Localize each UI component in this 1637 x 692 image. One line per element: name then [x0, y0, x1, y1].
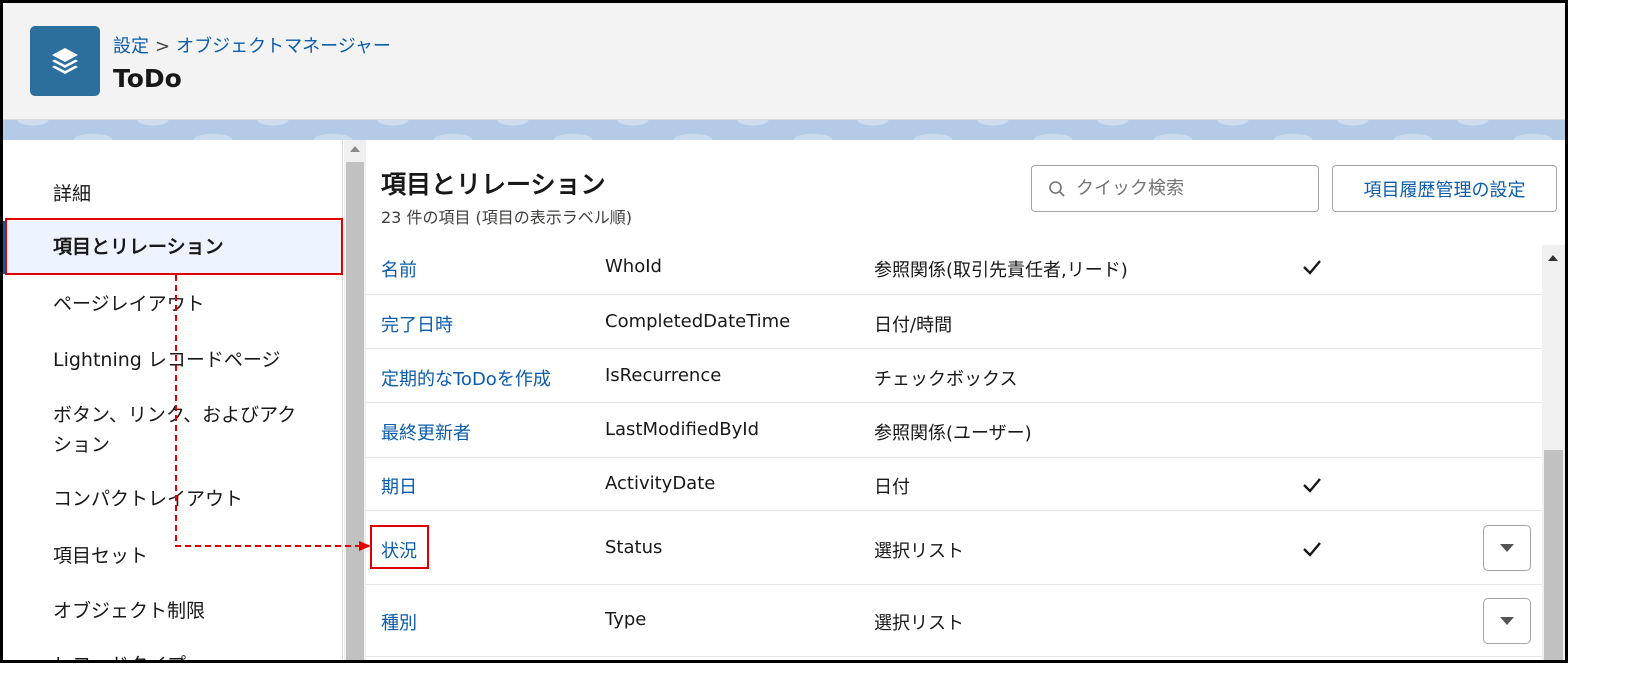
table-row: 最終更新者 LastModifiedById 参照関係(ユーザー) [366, 403, 1542, 458]
field-data-type: 日付 [874, 477, 910, 498]
table-row: 状況 Status 選択リスト [366, 511, 1542, 585]
sidebar-item-page-layouts[interactable]: ページレイアウト [3, 289, 342, 319]
main-panel: 項目とリレーション 23 件の項目 (項目の表示ラベル順) 項目履歴管理の設定 … [366, 140, 1565, 660]
page-header: 設定 > オブジェクトマネージャー ToDo [3, 3, 1565, 120]
sidebar-item-details[interactable]: 詳細 [3, 179, 342, 209]
screenshot-frame: 設定 > オブジェクトマネージャー ToDo 詳細 項目とリレーション ページレイア… [0, 0, 1568, 663]
search-icon [1048, 180, 1066, 198]
table-row: 期日 ActivityDate 日付 [366, 458, 1542, 511]
fields-table: 名前 WhoId 参照関係(取引先責任者,リード) 完了日時 Completed… [366, 240, 1542, 660]
scroll-up-arrow-icon[interactable] [1548, 255, 1558, 261]
field-label-link[interactable]: 最終更新者 [381, 419, 471, 445]
breadcrumb-setup-link[interactable]: 設定 [113, 36, 149, 57]
chevron-down-icon [1500, 544, 1514, 552]
header-pattern-band [3, 120, 1565, 140]
field-label-link[interactable]: 定期的なToDoを作成 [381, 365, 551, 391]
field-api-name: Status [605, 537, 663, 558]
field-api-name: ActivityDate [605, 473, 716, 494]
field-history-tracking-button[interactable]: 項目履歴管理の設定 [1332, 165, 1557, 212]
sidebar-item-record-types[interactable]: レコードタイプ [3, 650, 342, 660]
sidebar-item-lightning-record-pages[interactable]: Lightning レコードページ [3, 345, 342, 375]
sidebar-item-compact-layouts[interactable]: コンパクトレイアウト [3, 484, 342, 514]
checkmark-icon [1302, 258, 1322, 281]
sidebar-item-buttons-links-actions[interactable]: ボタン、リンク、およびアクション [3, 400, 303, 460]
sidebar-item-field-sets[interactable]: 項目セット [3, 541, 342, 571]
chevron-down-icon [1500, 617, 1514, 625]
object-icon [30, 26, 100, 96]
field-data-type: 参照関係(取引先責任者,リード) [874, 260, 1128, 281]
table-row: 完了日時 CompletedDateTime 日付/時間 [366, 295, 1542, 349]
field-data-type: 日付/時間 [874, 315, 953, 336]
field-data-type: チェックボックス [874, 369, 1018, 390]
table-row: 定期的なToDoを作成 IsRecurrence チェックボックス [366, 349, 1542, 403]
table-row: 種別 Type 選択リスト [366, 585, 1542, 657]
field-api-name: Type [605, 609, 647, 630]
quick-search-input[interactable] [1076, 178, 1296, 199]
table-scrollbar[interactable] [1542, 245, 1565, 660]
sidebar-item-fields-relationships[interactable]: 項目とリレーション [3, 221, 342, 274]
field-label-link[interactable]: 完了日時 [381, 311, 453, 337]
scrollbar-thumb[interactable] [346, 162, 364, 660]
row-actions-dropdown-button[interactable] [1483, 598, 1531, 644]
breadcrumb: 設定 > オブジェクトマネージャー [113, 32, 391, 58]
page-title: ToDo [113, 64, 182, 93]
sidebar-scrollbar[interactable] [344, 140, 366, 660]
field-data-type: 選択リスト [874, 613, 964, 634]
layers-icon [52, 48, 78, 74]
section-title: 項目とリレーション [381, 170, 606, 199]
breadcrumb-object-manager-link[interactable]: オブジェクトマネージャー [176, 36, 391, 57]
field-label-link[interactable]: 状況 [381, 537, 417, 563]
table-row: 名前 WhoId 参照関係(取引先責任者,リード) [366, 240, 1542, 295]
sidebar: 詳細 項目とリレーション ページレイアウト Lightning レコードページ … [3, 140, 343, 660]
section-subtitle: 23 件の項目 (項目の表示ラベル順) [381, 208, 633, 227]
field-api-name: LastModifiedById [605, 419, 760, 440]
field-api-name: IsRecurrence [605, 365, 722, 386]
quick-search-box[interactable] [1031, 165, 1319, 212]
breadcrumb-separator: > [155, 36, 171, 57]
field-label-link[interactable]: 名前 [381, 256, 417, 282]
checkmark-icon [1302, 540, 1322, 563]
row-actions-dropdown-button[interactable] [1483, 525, 1531, 571]
scrollbar-thumb[interactable] [1544, 450, 1563, 660]
field-data-type: 参照関係(ユーザー) [874, 423, 1032, 444]
field-api-name: CompletedDateTime [605, 311, 791, 332]
field-label-link[interactable]: 種別 [381, 609, 417, 635]
field-data-type: 選択リスト [874, 541, 964, 562]
scroll-up-arrow-icon[interactable] [350, 146, 360, 152]
field-label-link[interactable]: 期日 [381, 473, 417, 499]
sidebar-item-object-limits[interactable]: オブジェクト制限 [3, 596, 342, 626]
field-api-name: WhoId [605, 256, 662, 277]
checkmark-icon [1302, 476, 1322, 499]
